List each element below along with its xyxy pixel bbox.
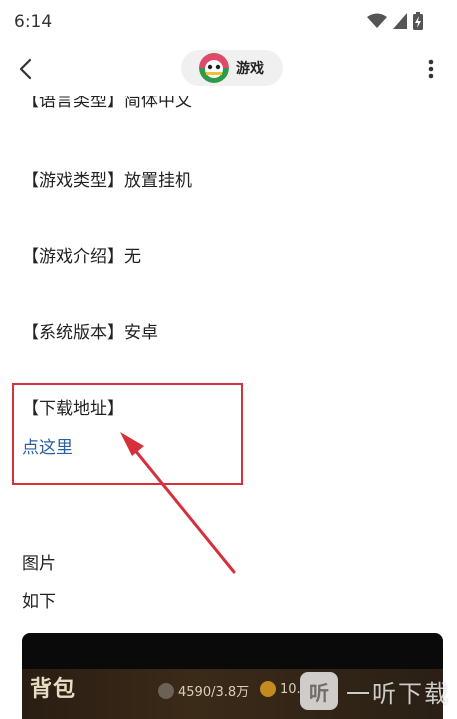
page-title: 游戏 [236,61,264,77]
below-label: 如下 [22,592,56,612]
wifi-icon [367,13,387,28]
watermark: 听 一听下载 [300,667,457,715]
preview-title: 背包 [30,677,77,702]
game-type-line: 【游戏类型】放置挂机 [22,171,192,191]
preview-stat-gold-value: 10. [280,681,301,697]
screen: 6:14 游戏 【语言类型】简体中文 【游戏类型】放置挂机 【游戏介绍】无 【系… [0,0,457,719]
preview-stat-capacity-value: 4590/3.8万 [178,685,250,700]
watermark-text: 一听下载 [346,679,450,708]
status-bar: 6:14 [0,0,457,40]
bag-icon [158,682,174,699]
chevron-left-icon [19,58,32,80]
preview-stat-capacity: 4590/3.8万 [158,681,249,700]
app-bar: 游戏 [0,40,457,96]
more-vertical-icon [428,59,434,79]
arrow-annotation [120,432,236,574]
battery-charging-icon [413,12,423,30]
game-logo-icon [199,53,229,83]
article-content: 【语言类型】简体中文 【游戏类型】放置挂机 【游戏介绍】无 【系统版本】安卓 【… [0,96,457,719]
app-avatar [199,53,229,83]
preview-stat-gold: 10. [260,681,301,697]
images-label: 图片 [22,554,56,574]
watermark-logo-icon: 听 [300,672,338,710]
gold-coin-icon [260,681,276,697]
status-time: 6:14 [14,12,53,32]
signal-icon [393,13,407,29]
language-type-line: 【语言类型】简体中文 [22,96,192,111]
system-version-line: 【系统版本】安卓 [22,323,158,343]
back-button[interactable] [10,54,40,84]
status-icons [367,12,423,30]
title-chip[interactable]: 游戏 [181,50,283,86]
game-intro-line: 【游戏介绍】无 [22,247,141,267]
more-options-button[interactable] [419,54,443,84]
